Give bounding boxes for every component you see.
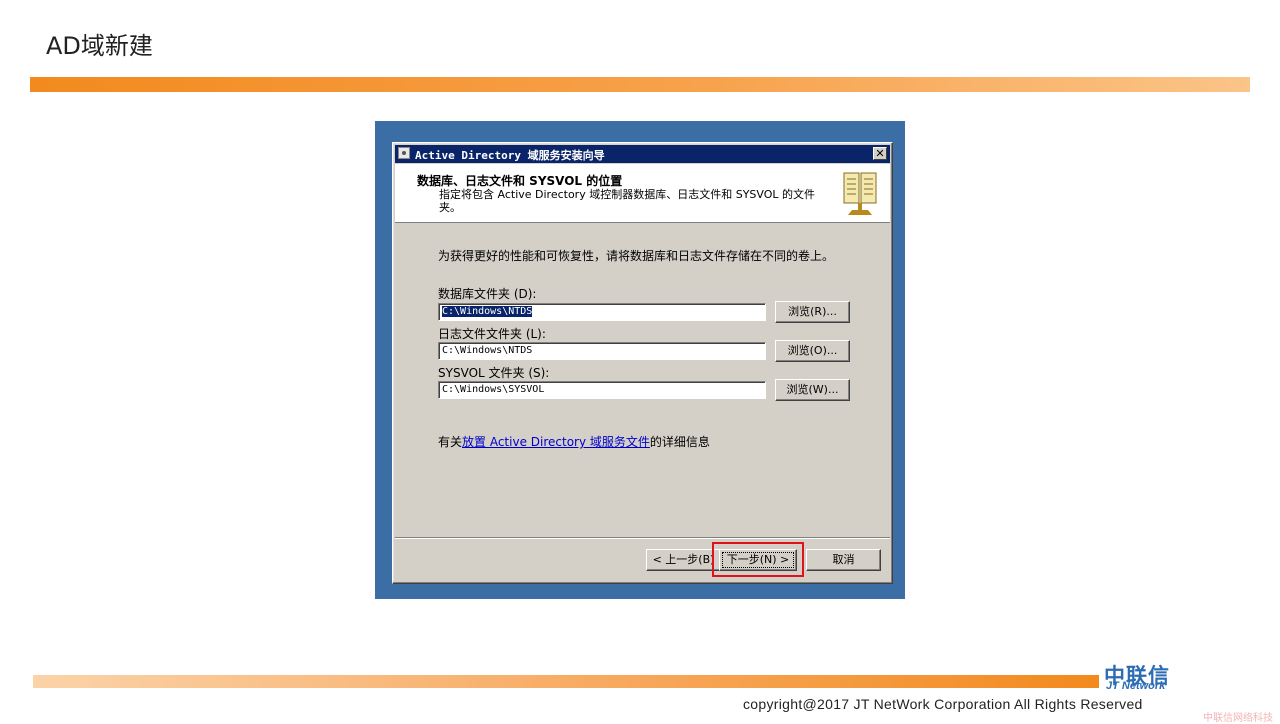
more-info-line: 有关放置 Active Directory 域服务文件的详细信息 xyxy=(438,433,710,450)
watermark-text: 中联信网络科技 xyxy=(1203,713,1273,724)
footer-divider xyxy=(395,537,890,539)
next-button-highlight xyxy=(712,542,804,577)
title-bar[interactable]: Active Directory 域服务安装向导 ✕ xyxy=(395,145,890,163)
close-icon[interactable]: ✕ xyxy=(873,147,887,160)
window-title: Active Directory 域服务安装向导 xyxy=(415,149,605,162)
more-info-prefix: 有关 xyxy=(438,435,463,449)
log-folder-input[interactable]: C:\Windows\NTDS xyxy=(438,342,766,360)
log-folder-label: 日志文件文件夹 (L): xyxy=(438,327,546,341)
cancel-button[interactable]: 取消 xyxy=(806,549,881,571)
wizard-header: 数据库、日志文件和 SYSVOL 的位置 指定将包含 Active Direct… xyxy=(395,164,890,223)
back-button[interactable]: < 上一步(B) xyxy=(646,549,721,571)
database-folder-input[interactable]: C:\Windows\NTDS xyxy=(438,303,766,321)
copyright-text: copyright@2017 JT NetWork Corporation Al… xyxy=(743,696,1143,712)
top-accent-bar xyxy=(30,77,1250,92)
browse-sysvol-button[interactable]: 浏览(W)... xyxy=(775,379,850,401)
browse-database-button[interactable]: 浏览(R)... xyxy=(775,301,850,323)
intro-text: 为获得更好的性能和可恢复性，请将数据库和日志文件存储在不同的卷上。 xyxy=(438,249,835,263)
company-logo: 中联信 JT Network xyxy=(1104,660,1204,692)
sysvol-folder-label: SYSVOL 文件夹 (S): xyxy=(438,366,550,380)
database-folder-value: C:\Windows\NTDS xyxy=(442,306,533,317)
database-folder-label: 数据库文件夹 (D): xyxy=(438,287,537,301)
logo-english-text: JT Network xyxy=(1106,680,1166,692)
header-title: 数据库、日志文件和 SYSVOL 的位置 xyxy=(417,174,623,188)
sysvol-folder-input[interactable]: C:\Windows\SYSVOL xyxy=(438,381,766,399)
header-description: 指定将包含 Active Directory 域控制器数据库、日志文件和 SYS… xyxy=(439,188,816,214)
browse-log-button[interactable]: 浏览(O)... xyxy=(775,340,850,362)
more-info-suffix: 的详细信息 xyxy=(649,435,710,449)
bottom-accent-bar xyxy=(33,675,1099,688)
book-icon xyxy=(843,172,877,215)
sysvol-folder-value: C:\Windows\SYSVOL xyxy=(442,384,545,395)
log-folder-value: C:\Windows\NTDS xyxy=(442,345,533,356)
screenshot-frame: Active Directory 域服务安装向导 ✕ 数据库、日志文件和 SYS… xyxy=(375,121,905,599)
setup-wizard-dialog: Active Directory 域服务安装向导 ✕ 数据库、日志文件和 SYS… xyxy=(392,142,893,584)
more-info-link[interactable]: 放置 Active Directory 域服务文件 xyxy=(462,435,650,449)
window-icon xyxy=(398,147,410,159)
slide-title: AD域新建 xyxy=(46,32,153,60)
